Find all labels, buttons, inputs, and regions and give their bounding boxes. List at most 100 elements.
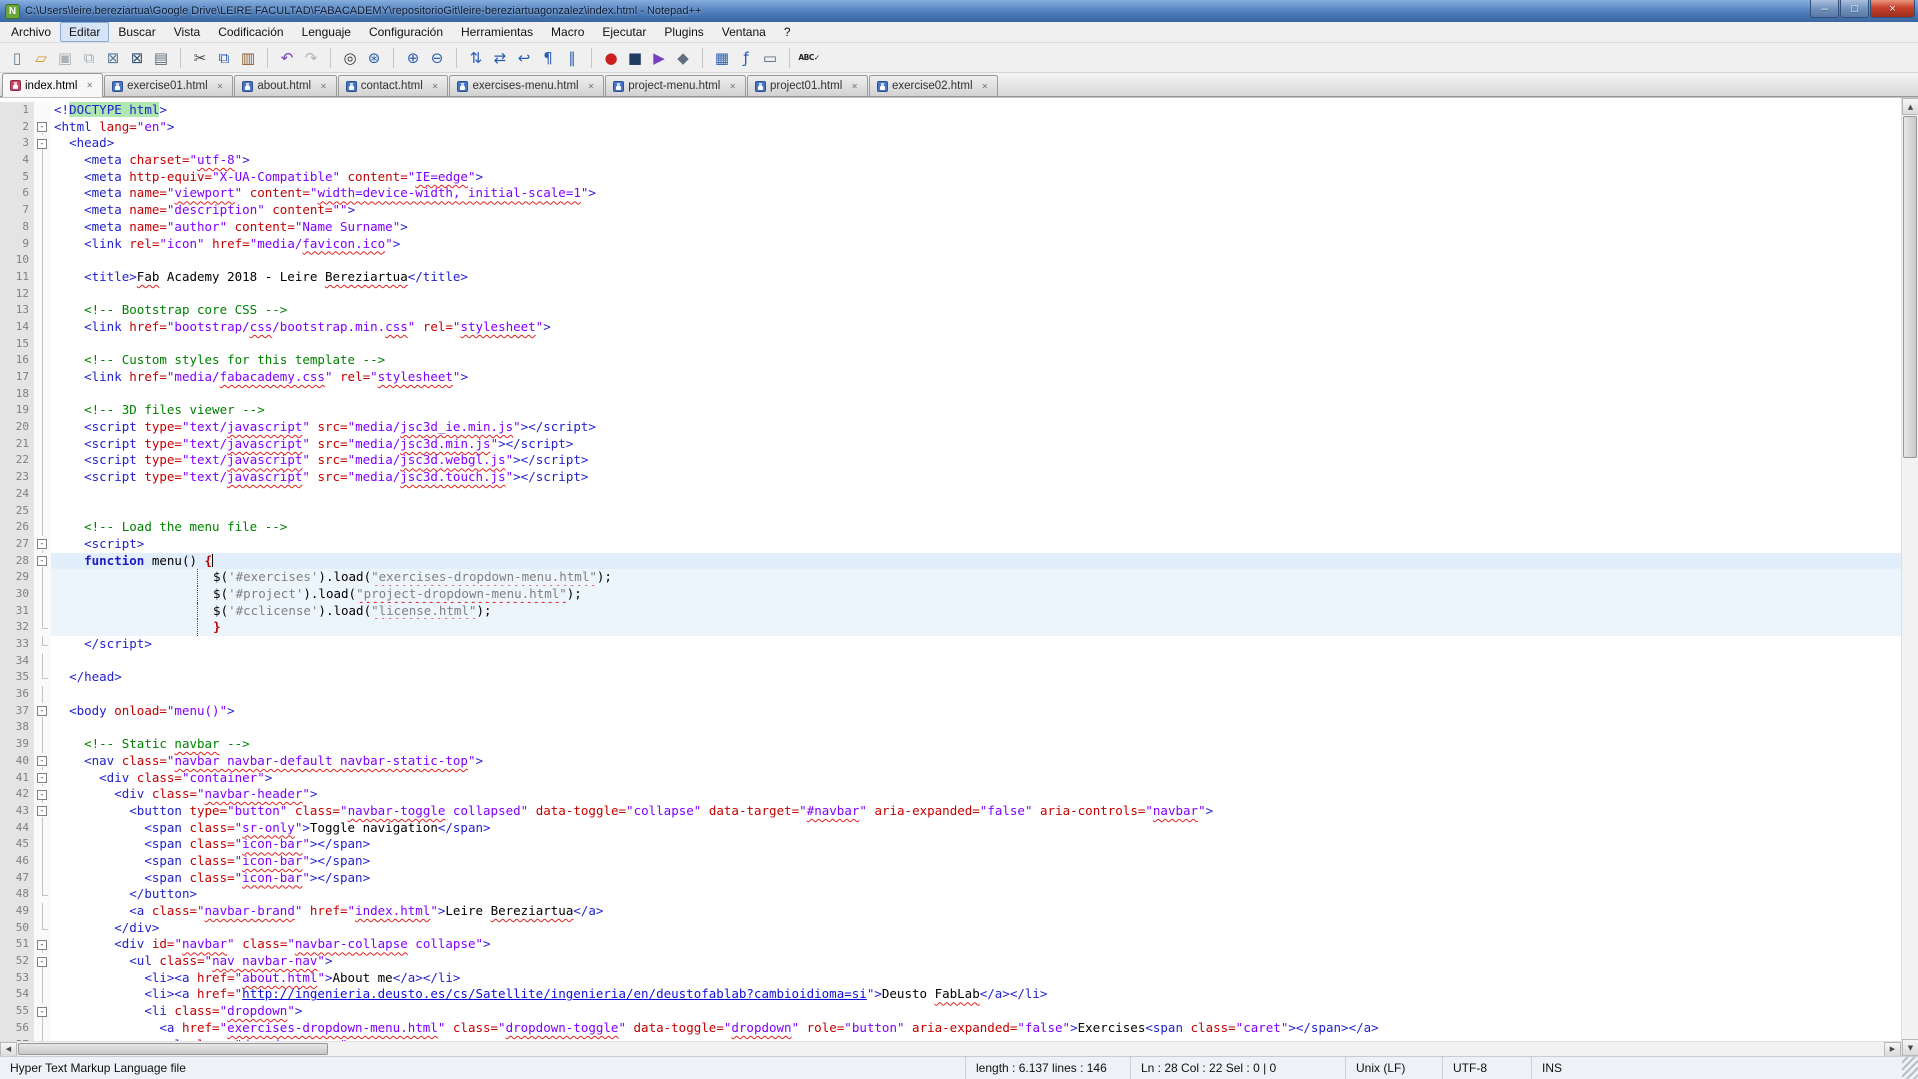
scroll-right-icon[interactable]: ▶: [1884, 1041, 1901, 1057]
code-text[interactable]: <!-- Custom styles for this template -->: [51, 352, 1901, 369]
line-number[interactable]: 34: [0, 652, 34, 670]
tab-exercises-menu.html[interactable]: exercises-menu.html ✕: [449, 75, 605, 96]
code-text[interactable]: <script>: [51, 536, 1901, 553]
fold-minus-icon[interactable]: -: [37, 138, 47, 149]
undo-icon[interactable]: ↶: [275, 46, 299, 70]
code-text[interactable]: <meta charset="utf-8">: [51, 152, 1901, 169]
new-file-icon[interactable]: ▯: [5, 46, 29, 70]
close-button[interactable]: ×: [1870, 0, 1915, 18]
zoom-in-icon[interactable]: ⊕: [401, 46, 425, 70]
fold-minus-icon[interactable]: -: [37, 956, 47, 967]
tab-exercise01.html[interactable]: exercise01.html ✕: [104, 75, 234, 96]
code-text[interactable]: <meta name="viewport" content="width=dev…: [51, 185, 1901, 202]
horizontal-scrollbar[interactable]: ◀ ▶: [0, 1041, 1901, 1057]
redo-icon[interactable]: ↷: [299, 46, 323, 70]
code-text[interactable]: }: [51, 619, 1901, 636]
code-text[interactable]: <span class="icon-bar"></span>: [51, 836, 1901, 853]
close-icon[interactable]: ⊠: [101, 46, 125, 70]
line-number[interactable]: 45: [0, 836, 34, 853]
sync-horizontal-icon[interactable]: ⇄: [488, 46, 512, 70]
fold-minus-icon[interactable]: -: [37, 556, 47, 567]
copy-icon[interactable]: ⧉: [212, 46, 236, 70]
line-number[interactable]: 48: [0, 886, 34, 903]
code-text[interactable]: <a class="navbar-brand" href="index.html…: [51, 903, 1901, 920]
fold-collapse-icon[interactable]: -: [34, 802, 51, 820]
line-number[interactable]: 52: [0, 953, 34, 970]
fold-minus-icon[interactable]: -: [37, 939, 47, 950]
code-text[interactable]: <a href="exercises-dropdown-menu.html" c…: [51, 1020, 1901, 1037]
tab-close-icon[interactable]: ✕: [215, 81, 226, 92]
menu-ejecutar[interactable]: Ejecutar: [593, 22, 655, 42]
record-macro-icon[interactable]: ●: [599, 46, 623, 70]
code-text[interactable]: <div id="navbar" class="navbar-collapse …: [51, 936, 1901, 953]
line-number[interactable]: 39: [0, 736, 34, 753]
tab-close-icon[interactable]: ✕: [586, 81, 597, 92]
code-text[interactable]: <ul class="dropdown-menu">: [51, 1037, 1901, 1042]
line-number[interactable]: 3: [0, 135, 34, 153]
line-number[interactable]: 37: [0, 702, 34, 720]
fold-minus-icon[interactable]: -: [37, 706, 47, 717]
code-text[interactable]: <span class="sr-only">Toggle navigation<…: [51, 820, 1901, 837]
horizontal-scroll-thumb[interactable]: [18, 1043, 328, 1055]
vertical-scrollbar[interactable]: ▲ ▼: [1901, 98, 1918, 1056]
document-map-icon[interactable]: ▦: [710, 46, 734, 70]
line-number[interactable]: 46: [0, 852, 34, 870]
tab-close-icon[interactable]: ✕: [84, 80, 95, 91]
line-number[interactable]: 24: [0, 485, 34, 503]
line-number[interactable]: 23: [0, 469, 34, 486]
cut-icon[interactable]: ✂: [188, 46, 212, 70]
line-number[interactable]: 43: [0, 802, 34, 820]
line-number[interactable]: 7: [0, 202, 34, 219]
title-bar[interactable]: N C:\Users\leire.bereziartua\Google Driv…: [0, 0, 1918, 22]
line-number[interactable]: 32: [0, 619, 34, 636]
fold-collapse-icon[interactable]: -: [34, 535, 51, 553]
tab-exercise02.html[interactable]: exercise02.html ✕: [868, 75, 999, 96]
fold-minus-icon[interactable]: -: [37, 789, 47, 800]
status-insert-mode[interactable]: INS: [1531, 1057, 1902, 1079]
code-text[interactable]: [51, 686, 1901, 703]
code-text[interactable]: <li><a href="http://ingenieria.deusto.es…: [51, 986, 1901, 1003]
line-number[interactable]: 50: [0, 919, 34, 937]
code-text[interactable]: [51, 486, 1901, 503]
save-icon[interactable]: ▣: [53, 46, 77, 70]
code-text[interactable]: <li class="dropdown">: [51, 1003, 1901, 1020]
code-text[interactable]: <body onload="menu()">: [51, 703, 1901, 720]
code-text[interactable]: $('#cclicense').load("license.html");: [51, 602, 1901, 620]
line-number[interactable]: 47: [0, 869, 34, 887]
vertical-scroll-track[interactable]: [1902, 115, 1918, 1039]
line-number[interactable]: 31: [0, 602, 34, 620]
status-encoding[interactable]: UTF-8: [1442, 1057, 1531, 1079]
close-all-icon[interactable]: ⊠: [125, 46, 149, 70]
menu-?[interactable]: ?: [775, 22, 800, 42]
menu-ventana[interactable]: Ventana: [713, 22, 775, 42]
line-number[interactable]: 16: [0, 352, 34, 369]
line-number[interactable]: 36: [0, 686, 34, 703]
code-text[interactable]: <span class="icon-bar"></span>: [51, 870, 1901, 887]
menu-archivo[interactable]: Archivo: [2, 22, 60, 42]
tab-project01.html[interactable]: project01.html ✕: [747, 75, 868, 96]
menu-buscar[interactable]: Buscar: [109, 22, 164, 42]
line-number[interactable]: 25: [0, 502, 34, 520]
line-number[interactable]: 28: [0, 552, 34, 570]
tab-close-icon[interactable]: ✕: [318, 81, 329, 92]
line-number[interactable]: 14: [0, 318, 34, 336]
line-number[interactable]: 55: [0, 1003, 34, 1020]
code-text[interactable]: <!-- Static navbar -->: [51, 736, 1901, 753]
code-text[interactable]: <meta name="author" content="Name Surnam…: [51, 219, 1901, 236]
code-text[interactable]: [51, 653, 1901, 670]
menu-lenguaje[interactable]: Lenguaje: [293, 22, 360, 42]
line-number[interactable]: 51: [0, 936, 34, 954]
line-number[interactable]: 22: [0, 452, 34, 470]
line-number[interactable]: 9: [0, 235, 34, 253]
fold-collapse-icon[interactable]: -: [34, 1003, 51, 1020]
line-number[interactable]: 11: [0, 268, 34, 286]
code-text[interactable]: <span class="icon-bar"></span>: [51, 853, 1901, 870]
save-all-icon[interactable]: ⧉: [77, 46, 101, 70]
code-text[interactable]: <!-- Load the menu file -->: [51, 519, 1901, 536]
code-text[interactable]: <!DOCTYPE html>: [51, 102, 1901, 119]
code-text[interactable]: $('#project').load("project-dropdown-men…: [51, 585, 1901, 603]
line-number[interactable]: 42: [0, 786, 34, 803]
code-text[interactable]: <html lang="en">: [51, 119, 1901, 136]
tab-close-icon[interactable]: ✕: [727, 81, 738, 92]
line-number[interactable]: 19: [0, 402, 34, 420]
